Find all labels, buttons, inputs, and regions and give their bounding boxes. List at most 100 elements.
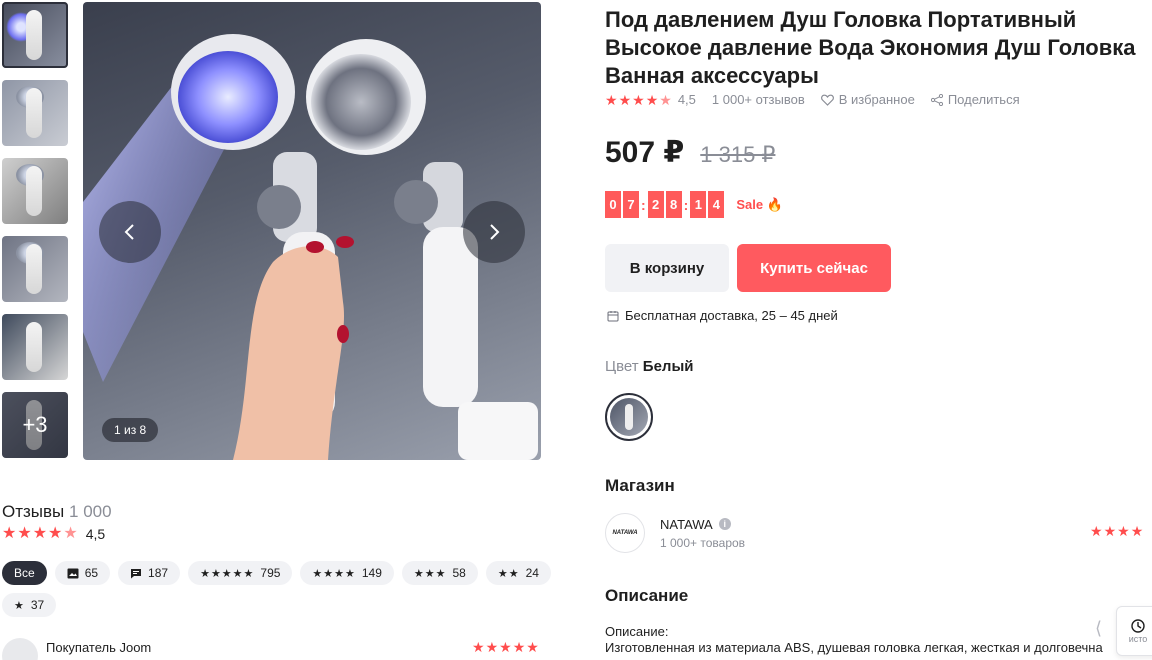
add-to-cart-button[interactable]: В корзину: [605, 244, 729, 292]
star-icon: ★: [1117, 523, 1130, 539]
reviews-link[interactable]: 1 000+ отзывов: [712, 92, 805, 107]
delivery-info: Бесплатная доставка, 25 – 45 дней: [607, 308, 838, 323]
filter-all[interactable]: Все: [2, 561, 47, 585]
thumbnail-3[interactable]: [2, 158, 68, 224]
thumbnail-6[interactable]: +3: [2, 392, 68, 458]
shop-heading: Магазин: [605, 476, 675, 495]
star-icon: ★: [632, 91, 645, 108]
favorite-button[interactable]: В избранное: [820, 92, 915, 107]
filter-4-stars[interactable]: ★★★★ 149: [300, 561, 394, 585]
filter-label: Все: [14, 566, 35, 580]
image-counter: 1 из 8: [102, 418, 159, 442]
description-line: Описание:: [605, 624, 669, 639]
timer-digit: 0: [605, 191, 621, 218]
star-icon: ★: [2, 525, 17, 542]
filter-1-star[interactable]: ★ 37: [2, 593, 57, 617]
current-price: 507 ₽: [605, 136, 685, 169]
reviewer-name: Покупатель Joom: [46, 639, 152, 655]
heart-icon: [820, 94, 834, 106]
three-stars-icon: ★★★: [413, 567, 447, 580]
main-product-image[interactable]: 1 из 8: [83, 2, 541, 460]
filter-2-stars[interactable]: ★★ 24: [485, 561, 551, 585]
timer-separator: :: [683, 196, 689, 213]
shop-name: NATAWA: [660, 516, 713, 532]
filter-5-stars[interactable]: ★★★★★ 795: [188, 561, 293, 585]
thumbnail-list: +3: [2, 2, 68, 470]
chevron-left-icon: [124, 224, 134, 240]
filter-label: 149: [361, 566, 382, 580]
reviews-rating: ★ ★ ★ ★ ★ 4,5: [2, 525, 106, 543]
color-swatch-white[interactable]: [605, 393, 653, 441]
two-stars-icon: ★★: [497, 567, 520, 580]
star-icon: ★: [472, 639, 485, 655]
filter-with-text[interactable]: 187: [118, 561, 181, 585]
reviews-rating-value: 4,5: [85, 526, 106, 542]
reviews-heading: Отзывы 1 000: [2, 502, 112, 522]
product-meta: ★ ★ ★ ★ ★ 4,5 1 000+ отзывов В избранное Под…: [605, 92, 1020, 107]
timer-digit: 7: [623, 191, 639, 218]
star-icon: ★: [618, 91, 632, 108]
product-title: Под давлением Душ Головка Портативный Вы…: [605, 7, 1136, 88]
thumbnail-4[interactable]: [2, 236, 68, 302]
timer-digit: 1: [690, 191, 707, 218]
description-line: Изготовленная из материала ABS, душевая …: [605, 640, 1103, 655]
history-button[interactable]: исто: [1116, 606, 1152, 656]
star-icon: ★: [499, 639, 512, 655]
image-icon: [67, 568, 79, 578]
review-rating-stars: ★ ★ ★ ★ ★: [472, 640, 539, 654]
product-rating-stars: ★ ★ ★ ★ ★: [605, 93, 672, 107]
star-half-icon: ★: [63, 525, 78, 542]
history-label: исто: [1128, 634, 1148, 644]
buy-now-button[interactable]: Купить сейчас: [737, 244, 891, 292]
shop-logo: NATAWA: [605, 513, 645, 553]
product-page: +3 1 из 8 Под давлением Душ Головка Порт…: [0, 0, 1152, 660]
color-value: Белый: [642, 358, 694, 375]
shop-card[interactable]: NATAWA NATAWA i 1 000+ товаров: [605, 513, 745, 553]
color-label: Цвет: [605, 358, 639, 375]
color-selector-label: Цвет Белый: [605, 358, 693, 375]
star-icon: ★: [645, 91, 659, 108]
thumbnail-1[interactable]: [2, 2, 68, 68]
reviews-count: 1 000: [69, 502, 112, 521]
star-icon: ★: [17, 525, 32, 542]
review-filters: Все 65 187 ★★★★★ 795 ★★★★ 149 ★★★ 58 ★★ 24 ★…: [2, 561, 562, 617]
thumbnail-2[interactable]: [2, 80, 68, 146]
filter-label: 37: [30, 598, 45, 612]
review-author: Покупатель Joom: [2, 638, 151, 660]
star-icon: ★: [1103, 523, 1117, 539]
star-icon: ★: [1130, 523, 1144, 539]
filter-photos[interactable]: 65: [54, 561, 111, 585]
filter-label: 58: [452, 566, 466, 580]
thumbnail-5[interactable]: [2, 314, 68, 380]
share-label: Поделиться: [947, 92, 1020, 107]
five-stars-icon: ★★★★★: [200, 567, 255, 580]
star-half-icon: ★: [659, 91, 672, 108]
sale-badge: Sale 🔥: [736, 196, 783, 212]
filter-label: 795: [260, 566, 281, 580]
star-icon: ★: [485, 639, 499, 655]
description-text: Описание: Изготовленная из материала ABS…: [605, 624, 1115, 656]
reviews-title: Отзывы: [2, 502, 65, 521]
next-image-button[interactable]: [463, 201, 525, 263]
one-star-icon: ★: [14, 599, 25, 612]
prev-image-button[interactable]: [99, 201, 161, 263]
info-icon[interactable]: i: [718, 518, 731, 530]
delivery-text: Бесплатная доставка, 25 – 45 дней: [625, 308, 838, 323]
star-icon: ★: [48, 525, 63, 542]
share-icon: [930, 93, 943, 106]
comment-icon: [131, 568, 142, 578]
timer-digit: 4: [708, 191, 725, 218]
chevron-right-icon: [490, 224, 500, 240]
star-icon: ★: [512, 639, 526, 655]
chevron-left-icon[interactable]: ⟨: [1095, 618, 1102, 639]
star-icon: ★: [605, 91, 618, 108]
timer-digit: 2: [647, 191, 664, 218]
filter-3-stars[interactable]: ★★★ 58: [401, 561, 478, 585]
share-button[interactable]: Поделиться: [930, 92, 1020, 107]
shop-rating-stars: ★ ★ ★ ★: [1090, 524, 1143, 538]
old-price: 1 315 ₽: [700, 142, 776, 167]
product-rating-value: 4,5: [677, 92, 696, 107]
shop-products-count: 1 000+ товаров: [660, 535, 746, 550]
star-icon: ★: [32, 525, 48, 542]
description-heading: Описание: [605, 586, 689, 605]
